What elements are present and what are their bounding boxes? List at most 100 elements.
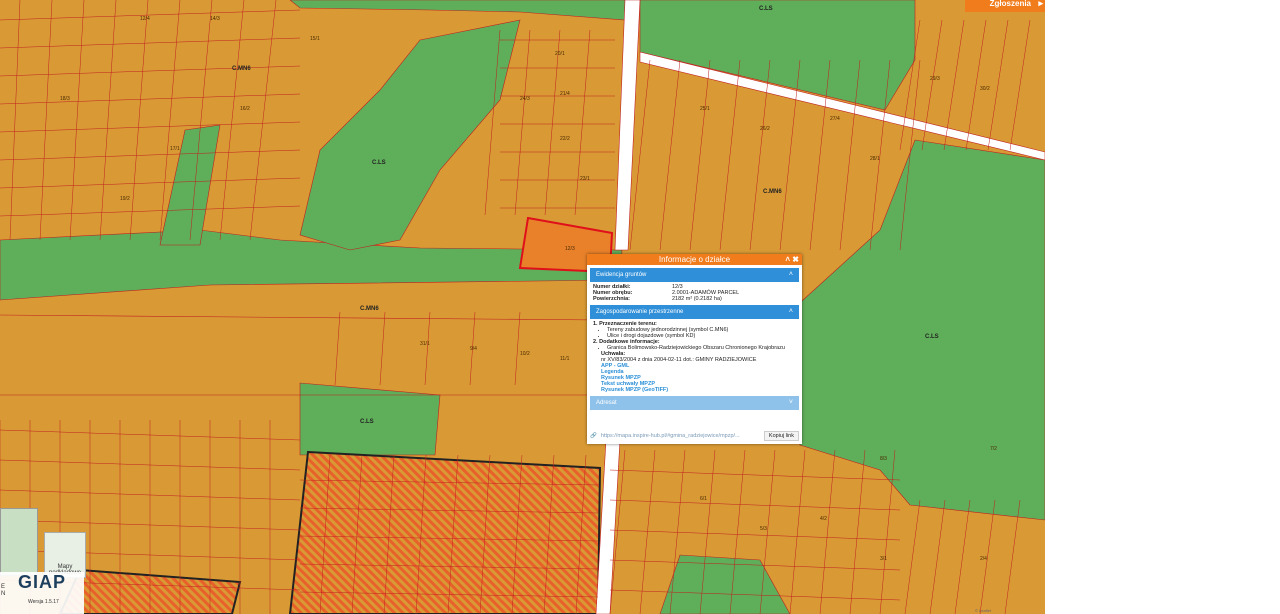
parcel-boundary [424,311,431,386]
parcel-boundary [0,177,301,189]
link-icon: 🔗 [590,432,597,439]
map-canvas[interactable]: 12/3 12/4 14/3 15/1 16/2 17/1 18/3 19/2 20/1 21/4… [0,0,1045,614]
parcel-number-label: 31/1 [420,341,430,347]
parcel-number-label: 3/1 [880,556,887,562]
purpose-list: Tereny zabudowy jednorodzinnej (symbol C… [593,327,796,339]
section-zoning-header[interactable]: Zagospodarowanie przestrzenne ˄ [590,305,799,319]
parcel-number-label: 25/1 [700,106,710,112]
section-address-label: Adresat [596,400,617,406]
close-icon[interactable]: ✖ [792,254,799,265]
zone-symbol-label: C.LS [925,334,939,340]
parcel-boundary [689,59,711,251]
chevron-down-icon: ˅ [788,399,793,406]
parcel-number-label: 22/2 [560,136,570,142]
parcel-boundary [1004,499,1021,614]
popup-titlebar: Informacje o działce ˄ ✖ [587,254,802,265]
popup-title: Informacje o działce [658,255,731,264]
parcel-number-label: 4/2 [820,516,827,522]
section-evidence-label: Ewidencja gruntów [596,272,647,278]
hatched-zone [288,450,602,614]
minimize-icon[interactable]: ˄ [785,254,790,265]
parcel-number-label: 28/1 [870,156,880,162]
parcel-boundary [1009,19,1031,151]
parcel-boundary [9,0,21,241]
zone-symbol-label: C.MN6 [360,306,379,312]
parcel-number-label: 7/2 [990,446,997,452]
map-attribution[interactable]: © Leaflet [975,608,991,613]
parcel-number-label: 17/1 [170,146,180,152]
parcel-boundary [819,449,836,614]
parcel-number-label: 23/1 [580,176,590,182]
parcel-number-label: 12/3 [565,246,575,252]
version-label: Wersja 1.5.17 [28,599,59,605]
forest-zone [289,0,626,21]
parcel-boundary [929,499,946,614]
parcel-boundary [0,37,301,49]
parcel-boundary [789,449,806,614]
parcel-number-label: 8/3 [880,456,887,462]
parcel-boundary [574,29,591,216]
chevron-up-icon: ˄ [788,271,793,278]
parcel-number-label: 11/1 [560,356,570,362]
map-layer[interactable]: 12/3 12/4 14/3 15/1 16/2 17/1 18/3 19/2 20/1 21/4… [0,0,1045,614]
road [614,0,641,251]
forest-zone [299,19,521,251]
giap-logo: GIAP [18,572,67,592]
parcel-number-label: 5/3 [760,526,767,532]
parcel-boundary [609,529,901,541]
parcel-info-popup: Informacje o działce ˄ ✖ Ewidencja grunt… [587,254,802,444]
parcel-boundary [249,0,277,241]
parcel-boundary [39,0,53,241]
zoning-details: 1. Przeznaczenie terenu: Tereny zabudowy… [587,319,802,393]
parcel-boundary [514,311,521,386]
zone-symbol-label: C.LS [759,6,773,12]
parcel-boundary [99,0,117,241]
logo-box: EN GIAP Wersja 1.5.17 [0,572,84,614]
parcel-number-label: 26/2 [760,126,770,132]
parcel-boundary [0,65,301,77]
parcel-number-label: 12/4 [140,16,150,22]
parcel-number-label: 9/4 [470,346,477,352]
forest-zone [159,124,221,246]
parcel-boundary [904,499,921,614]
parcel-number-label: 2/4 [980,556,987,562]
parcel-number-label: 15/1 [310,36,320,42]
parcel-boundary [0,205,301,217]
parcel-boundary [965,19,987,151]
parcel-boundary [129,0,149,241]
parcel-boundary [514,29,531,216]
parcel-number-label: 16/2 [240,106,250,112]
parcel-boundary [954,499,971,614]
section-evidence-header[interactable]: Ewidencja gruntów ˄ [590,268,799,282]
parcel-boundary [609,469,901,481]
parcel-boundary [849,449,866,614]
zone-symbol-label: C.MN6 [232,66,251,72]
parcel-boundary [0,93,301,105]
parcel-number-label: 29/3 [930,76,940,82]
parcel-number-label: 30/2 [980,86,990,92]
parcel-number-label: 20/1 [555,51,565,57]
share-url-field[interactable]: https://mapa.inspire-hub.pl/#gmina_radzi… [597,433,764,439]
parcel-boundary [334,311,341,386]
table-row: Powierzchnia: 2182 m² (0.2182 ha) [591,296,741,302]
parcel-boundary [0,121,301,133]
area-value: 2182 m² (0.2182 ha) [672,296,722,302]
chevron-up-icon: ˄ [788,308,793,315]
parcel-number-label: 10/2 [520,351,530,357]
link-geotiff[interactable]: Rysunek MPZP (GeoTIFF) [593,387,796,393]
login-button[interactable]: Zgłoszenia ▸ [965,0,1045,12]
parcel-boundary [379,311,386,386]
parcel-boundary [0,9,301,21]
parcel-number-label: 14/3 [210,16,220,22]
copy-link-button[interactable]: Kopiuj link [763,430,799,441]
parcel-boundary [719,59,741,251]
parcel-boundary [0,314,601,321]
parcel-number-label: 21/4 [560,91,570,97]
section-address-header[interactable]: Adresat ˅ [590,396,799,410]
parcel-boundary [69,0,85,241]
parcel-number-label: 27/4 [830,116,840,122]
minimap-thumbnail[interactable] [0,508,38,576]
list-item: Granica Bolimowsko-Radziejowickiego Obsz… [607,345,796,351]
zone-symbol-label: C.MN6 [763,189,782,195]
login-label: Zgłoszenia [989,0,1031,8]
